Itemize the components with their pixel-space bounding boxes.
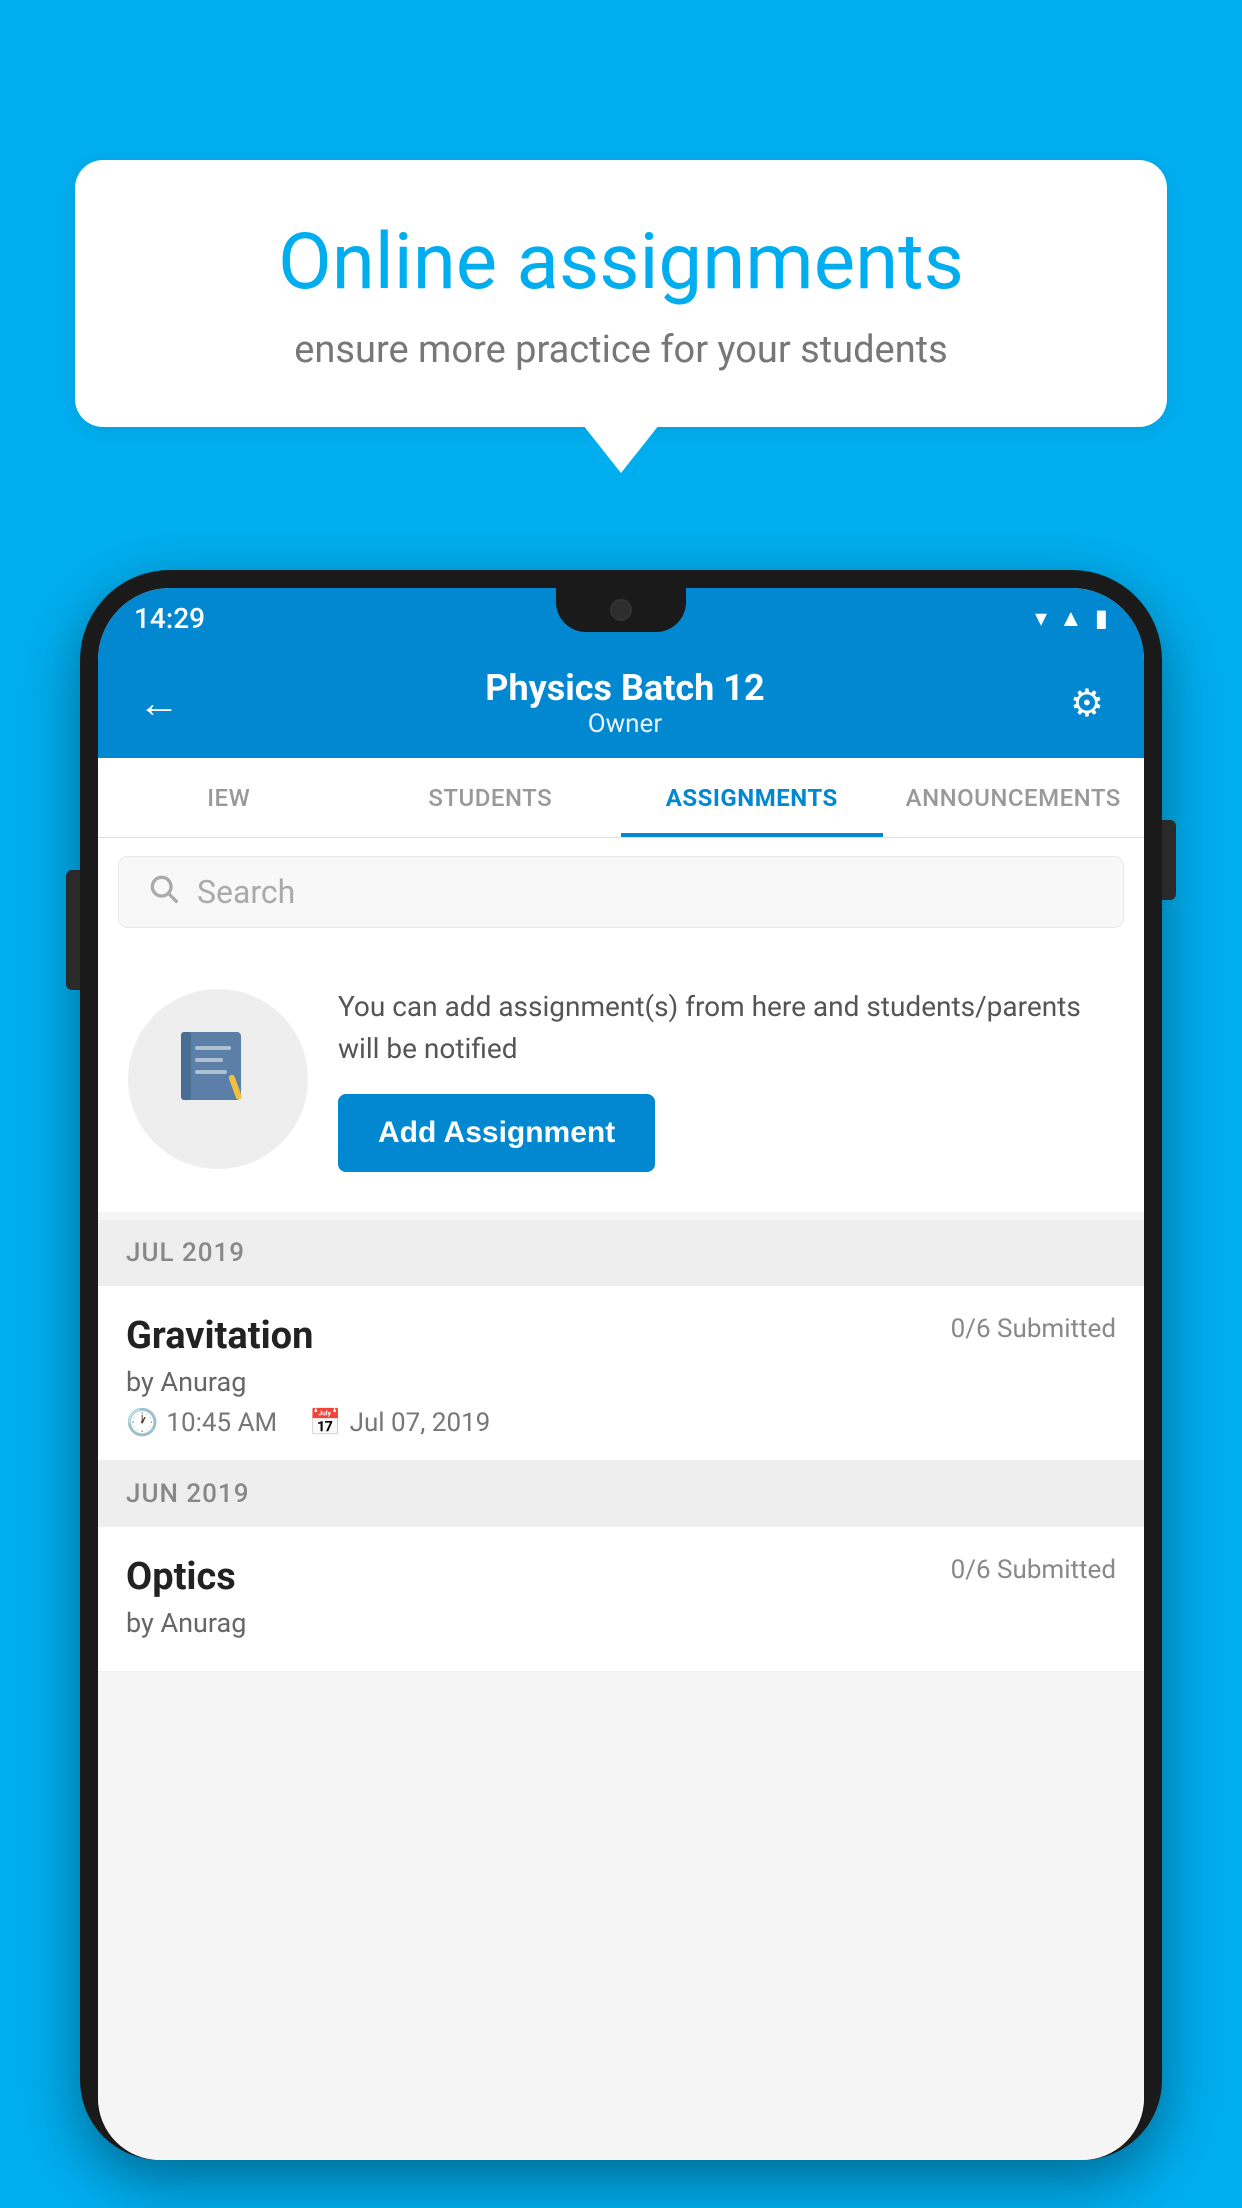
assignment-submitted-gravitation: 0/6 Submitted [951, 1314, 1116, 1344]
assignment-by-optics: by Anurag [126, 1607, 1116, 1639]
notebook-icon [173, 1024, 263, 1134]
section-header-jun: JUN 2019 [98, 1461, 1144, 1527]
promo-icon-circle [128, 989, 308, 1169]
tab-view[interactable]: IEW [98, 758, 360, 837]
search-placeholder: Search [197, 873, 295, 911]
phone-frame: 14:29 ▾ ▲ ▮ ← Physics Batch 12 Owner ⚙ [80, 570, 1162, 2160]
bubble-title: Online assignments [145, 220, 1097, 306]
back-button[interactable]: ← [128, 669, 190, 738]
assignment-submitted-optics: 0/6 Submitted [951, 1555, 1116, 1585]
search-icon [147, 872, 179, 912]
speech-bubble: Online assignments ensure more practice … [75, 160, 1167, 427]
clock-icon: 🕐 [126, 1408, 158, 1438]
settings-button[interactable]: ⚙ [1060, 671, 1114, 736]
assignment-by-gravitation: by Anurag [126, 1366, 1116, 1398]
search-bar[interactable]: Search [118, 856, 1124, 928]
assignment-date-gravitation: 📅 Jul 07, 2019 [309, 1408, 490, 1438]
assignment-time-gravitation: 🕐 10:45 AM [126, 1408, 277, 1438]
phone-content: ← Physics Batch 12 Owner ⚙ IEW STUDENTS [98, 648, 1144, 2160]
section-header-jul: JUL 2019 [98, 1220, 1144, 1286]
calendar-icon: 📅 [309, 1408, 341, 1438]
promo-right: You can add assignment(s) from here and … [338, 986, 1114, 1172]
camera [610, 599, 632, 621]
notch [556, 588, 686, 632]
promo-section: You can add assignment(s) from here and … [98, 946, 1144, 1212]
app-bar: ← Physics Batch 12 Owner ⚙ [98, 648, 1144, 758]
tab-students[interactable]: STUDENTS [360, 758, 622, 837]
app-bar-title: Physics Batch 12 [485, 667, 764, 709]
tabs-bar: IEW STUDENTS ASSIGNMENTS ANNOUNCEMENTS [98, 758, 1144, 838]
status-icons: ▾ ▲ ▮ [1035, 604, 1108, 633]
signal-icon: ▲ [1059, 604, 1083, 633]
assignment-name-gravitation: Gravitation [126, 1314, 313, 1358]
wifi-icon: ▾ [1035, 604, 1047, 632]
battery-icon: ▮ [1095, 604, 1108, 632]
app-bar-subtitle: Owner [485, 709, 764, 739]
phone-wrapper: 14:29 ▾ ▲ ▮ ← Physics Batch 12 Owner ⚙ [80, 570, 1162, 2208]
assignment-item-optics[interactable]: Optics 0/6 Submitted by Anurag [98, 1527, 1144, 1672]
tab-assignments[interactable]: ASSIGNMENTS [621, 758, 883, 837]
status-time: 14:29 [134, 602, 205, 635]
search-bar-wrapper: Search [98, 838, 1144, 946]
content-area: Search [98, 838, 1144, 2160]
app-bar-center: Physics Batch 12 Owner [485, 667, 764, 739]
bubble-subtitle: ensure more practice for your students [145, 328, 1097, 372]
phone-screen: 14:29 ▾ ▲ ▮ ← Physics Batch 12 Owner ⚙ [98, 588, 1144, 2160]
speech-bubble-tail [583, 425, 659, 473]
assignment-name-optics: Optics [126, 1555, 236, 1599]
assignment-row1: Gravitation 0/6 Submitted [126, 1314, 1116, 1358]
promo-text: You can add assignment(s) from here and … [338, 986, 1114, 1070]
assignment-meta-gravitation: 🕐 10:45 AM 📅 Jul 07, 2019 [126, 1408, 1116, 1438]
speech-bubble-wrapper: Online assignments ensure more practice … [75, 160, 1167, 473]
add-assignment-button[interactable]: Add Assignment [338, 1094, 655, 1172]
assignment-row1-optics: Optics 0/6 Submitted [126, 1555, 1116, 1599]
assignment-item-gravitation[interactable]: Gravitation 0/6 Submitted by Anurag 🕐 10… [98, 1286, 1144, 1461]
tab-announcements[interactable]: ANNOUNCEMENTS [883, 758, 1145, 837]
